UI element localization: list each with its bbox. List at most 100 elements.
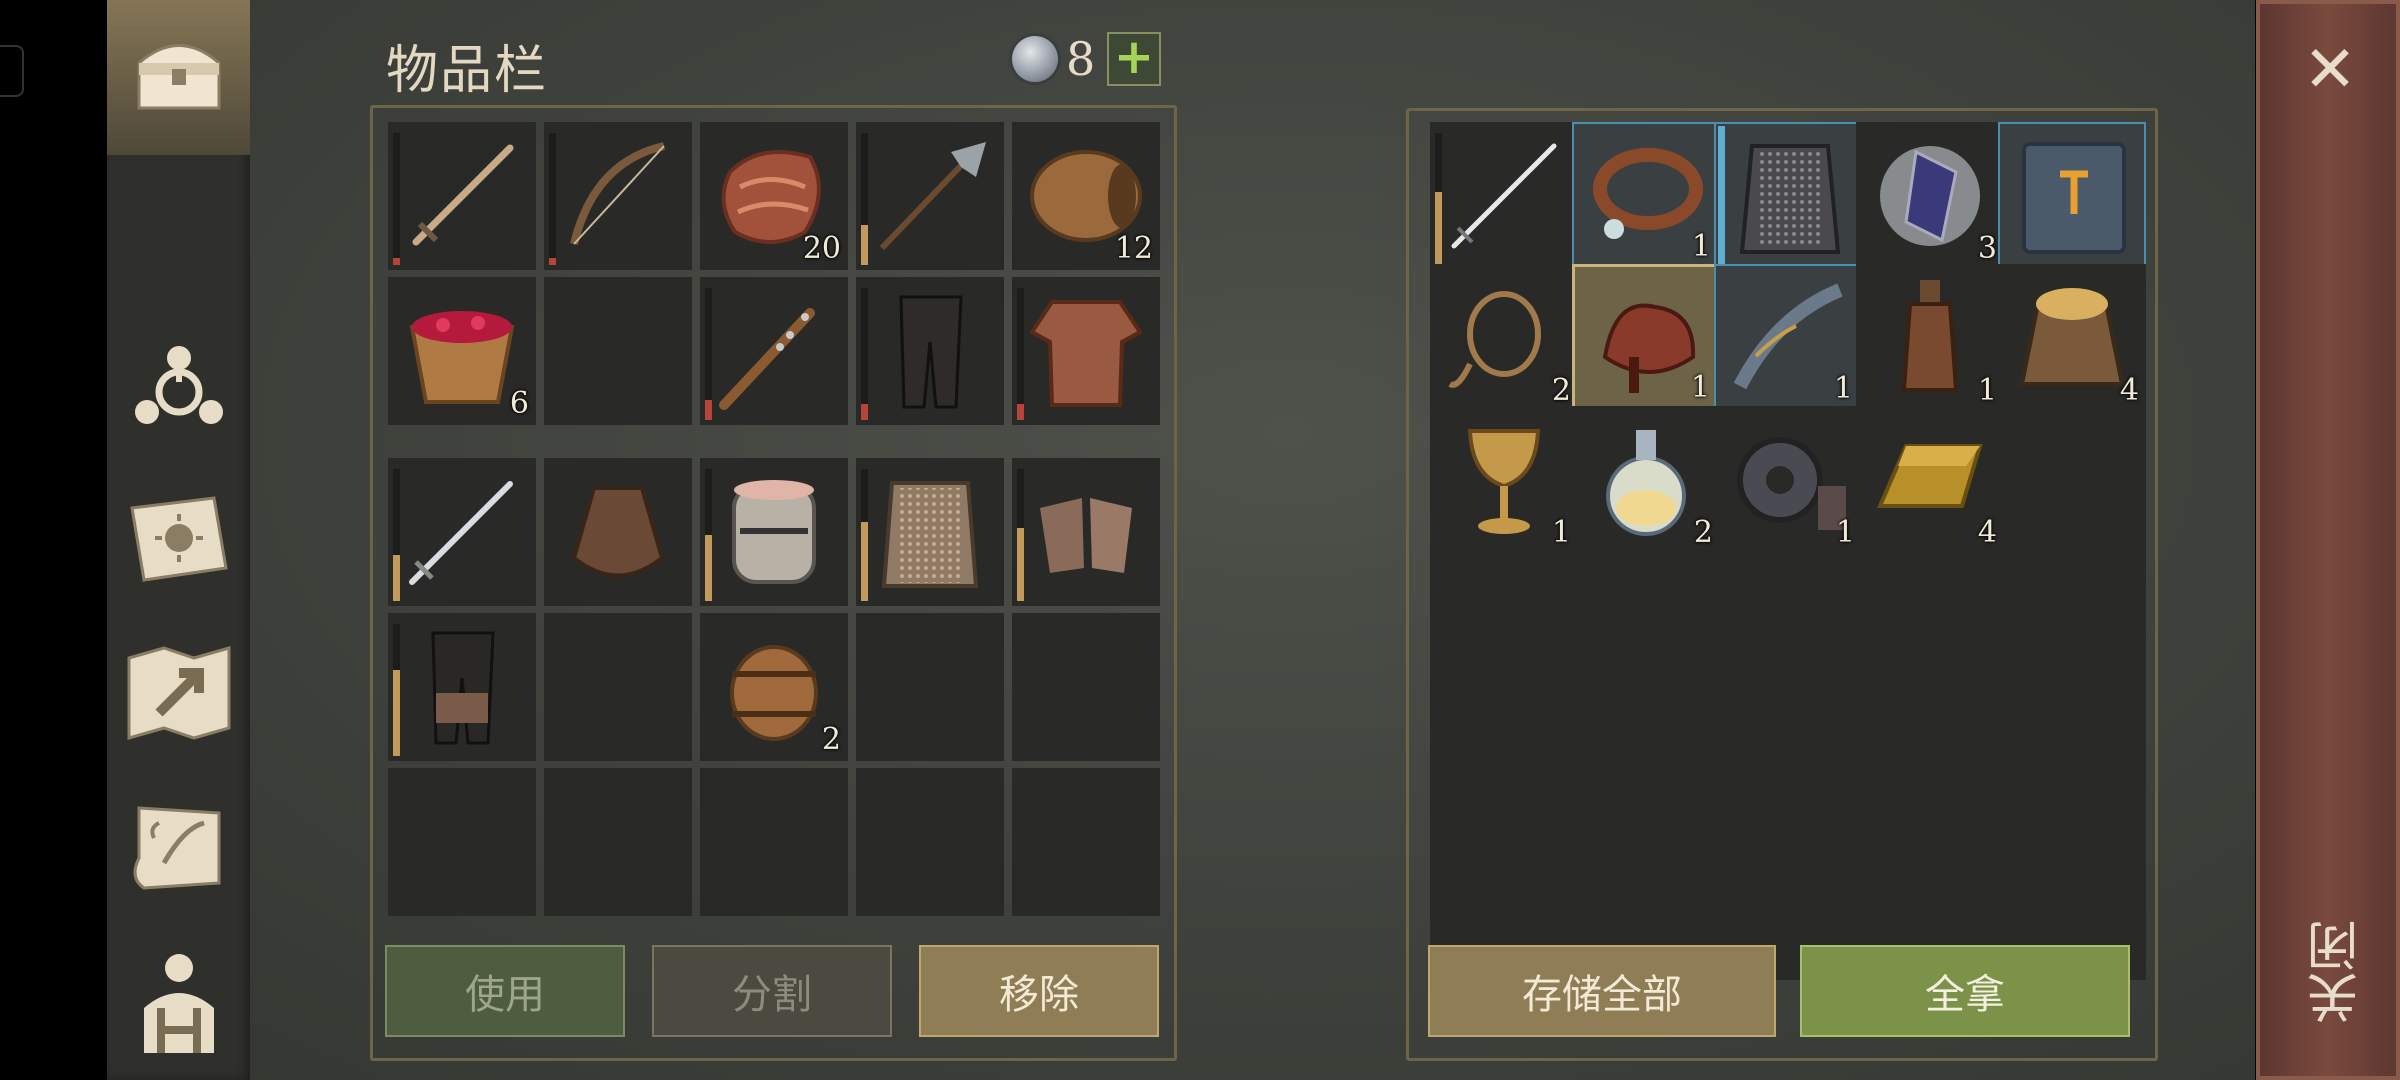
- close-panel[interactable]: [2256, 0, 2400, 1080]
- item-count: 2: [821, 722, 841, 757]
- halberd-icon: [866, 132, 994, 260]
- crystal-icon: [1866, 132, 1994, 260]
- inventory-slot[interactable]: 12: [1012, 122, 1160, 270]
- item-count: 12: [1114, 231, 1153, 266]
- leather-pants-icon: [866, 287, 994, 415]
- inventory-slot[interactable]: 20: [700, 122, 848, 270]
- mail-boots-icon: [398, 623, 526, 751]
- goblet-icon: [1440, 416, 1568, 544]
- store-all-button[interactable]: 存储全部: [1428, 945, 1776, 1037]
- bag-slot[interactable]: [544, 613, 692, 761]
- inventory-title: 物品栏: [386, 41, 549, 101]
- item-count: 6: [509, 386, 529, 421]
- storage-slot[interactable]: [1856, 548, 2004, 696]
- item-count: 2: [1551, 373, 1571, 408]
- sack-icon: [554, 468, 682, 596]
- grain-sack-icon: [2008, 274, 2136, 402]
- item-count: 4: [1977, 515, 1997, 550]
- storage-slot[interactable]: [1572, 548, 1720, 696]
- bag-slot[interactable]: [1012, 613, 1160, 761]
- storage-slot[interactable]: [1998, 548, 2146, 696]
- storage-slot[interactable]: [1998, 406, 2146, 554]
- item-count: 1: [1690, 370, 1710, 405]
- scroll-icon[interactable]: [121, 790, 236, 905]
- take-all-button[interactable]: 全拿: [1800, 945, 2130, 1037]
- storage-slot[interactable]: 4: [1998, 264, 2146, 412]
- skills-icon[interactable]: [121, 322, 236, 437]
- gem-currency-icon: [1012, 36, 1058, 82]
- sidebar: [107, 0, 250, 1080]
- storage-slot[interactable]: [1998, 122, 2146, 270]
- add-currency-button[interactable]: +: [1107, 32, 1161, 86]
- use-button[interactable]: 使用: [385, 945, 625, 1037]
- split-button[interactable]: 分割: [652, 945, 892, 1037]
- sword-icon: [398, 132, 526, 260]
- close-icon[interactable]: ✕: [2300, 38, 2360, 102]
- bag-slot[interactable]: [388, 458, 536, 606]
- bag-slot[interactable]: [856, 768, 1004, 916]
- bag-slot[interactable]: [1012, 458, 1160, 606]
- bag-slot[interactable]: 2: [700, 613, 848, 761]
- item-count: 4: [2119, 373, 2139, 408]
- storage-slot[interactable]: 4: [1856, 406, 2004, 554]
- storage-slot[interactable]: 1: [1856, 264, 2004, 412]
- gear-icon: [1724, 416, 1852, 544]
- storage-slot[interactable]: 2: [1430, 264, 1578, 412]
- item-count: 20: [802, 231, 841, 266]
- storage-slot[interactable]: 1: [1572, 122, 1720, 270]
- bag-slot[interactable]: [856, 458, 1004, 606]
- item-count: 2: [1693, 515, 1713, 550]
- chain-armor-icon: [1726, 134, 1854, 262]
- storage-slot[interactable]: [1572, 690, 1720, 838]
- storage-slot[interactable]: [1998, 690, 2146, 838]
- inventory-slot[interactable]: [700, 277, 848, 425]
- bag-slot[interactable]: [544, 458, 692, 606]
- chest-icon[interactable]: [121, 15, 236, 130]
- storage-slot[interactable]: [1430, 548, 1578, 696]
- inventory-slot[interactable]: [544, 277, 692, 425]
- longsword-icon: [1440, 132, 1568, 260]
- item-count: 1: [1835, 515, 1855, 550]
- remove-button[interactable]: 移除: [919, 945, 1159, 1037]
- storage-slot[interactable]: [1714, 122, 1862, 270]
- storage-slot[interactable]: [1430, 690, 1578, 838]
- map-icon[interactable]: [121, 635, 236, 750]
- storage-slot[interactable]: [1430, 122, 1578, 270]
- spiked-club-icon: [710, 287, 838, 415]
- durability-bar: [1718, 126, 1725, 266]
- storage-slot[interactable]: 2: [1572, 406, 1720, 554]
- close-label[interactable]: 关闭: [2300, 920, 2368, 1024]
- storage-slot[interactable]: 1: [1430, 406, 1578, 554]
- inventory-slot[interactable]: [856, 122, 1004, 270]
- bow-icon: [554, 132, 682, 260]
- mail-gloves-icon: [1022, 468, 1150, 596]
- storage-slot[interactable]: 3: [1856, 122, 2004, 270]
- bag-slot[interactable]: [388, 768, 536, 916]
- storage-slot[interactable]: 1: [1714, 406, 1862, 554]
- bag-slot[interactable]: [856, 613, 1004, 761]
- inventory-slot[interactable]: [544, 122, 692, 270]
- bag-slot[interactable]: [700, 768, 848, 916]
- bag-slot[interactable]: [1012, 768, 1160, 916]
- rope-icon: [1440, 274, 1568, 402]
- storage-slot[interactable]: 1: [1714, 264, 1862, 412]
- keg-icon: [710, 623, 838, 751]
- steel-sword-icon: [398, 468, 526, 596]
- character-icon[interactable]: [121, 945, 236, 1060]
- inventory-slot[interactable]: [1012, 277, 1160, 425]
- inventory-slot[interactable]: [856, 277, 1004, 425]
- bag-slot[interactable]: [544, 768, 692, 916]
- storage-slot[interactable]: [1856, 690, 2004, 838]
- inventory-slot[interactable]: 6: [388, 277, 536, 425]
- bag-slot[interactable]: [700, 458, 848, 606]
- bag-slot[interactable]: [388, 613, 536, 761]
- storage-slot[interactable]: [1714, 548, 1862, 696]
- inventory-slot[interactable]: [388, 122, 536, 270]
- recipe-book-icon[interactable]: [121, 480, 236, 595]
- currency-count: 8: [1066, 32, 1096, 86]
- chainmail-icon: [866, 468, 994, 596]
- storage-slot[interactable]: [1714, 690, 1862, 838]
- storage-slot[interactable]: 1: [1572, 264, 1720, 412]
- item-count: 1: [1691, 229, 1711, 264]
- item-count: 1: [1977, 373, 1997, 408]
